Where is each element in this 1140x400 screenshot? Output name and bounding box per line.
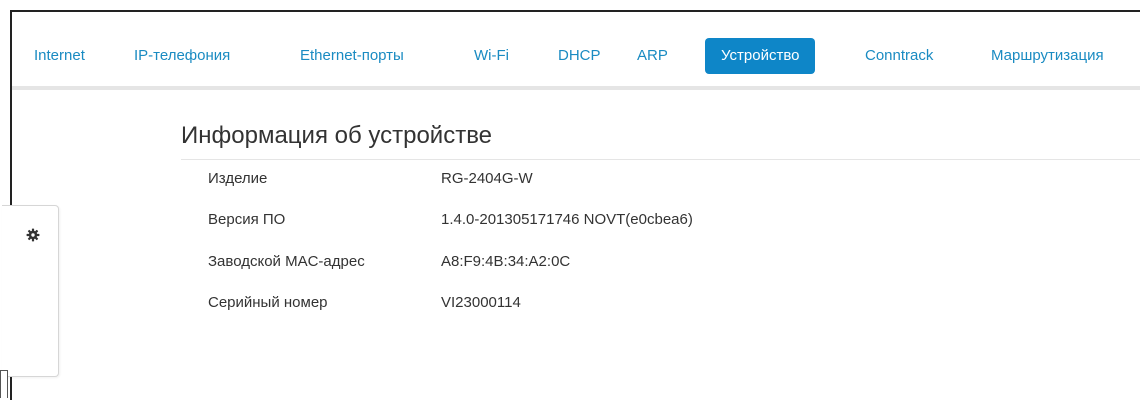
side-settings-panel[interactable]: [2, 205, 59, 377]
tab-wifi[interactable]: Wi-Fi: [474, 47, 509, 65]
info-value: A8:F9:4B:34:A2:0C: [441, 253, 571, 270]
device-info-title: Информация об устройстве: [181, 122, 493, 149]
tab-arp[interactable]: ARP: [637, 47, 668, 65]
nav-divider: [12, 86, 1140, 90]
tab-ethernet-ports[interactable]: Ethernet-порты: [300, 47, 404, 65]
title-divider: [181, 159, 1140, 160]
tab-device[interactable]: Устройство: [705, 38, 816, 74]
gear-icon[interactable]: [26, 228, 40, 242]
info-label: Изделие: [208, 170, 268, 187]
tab-ip-telephony[interactable]: IP-телефония: [134, 47, 230, 65]
tab-conntrack[interactable]: Conntrack: [865, 47, 933, 65]
tab-dhcp[interactable]: DHCP: [558, 47, 601, 65]
info-value: RG-2404G-W: [441, 170, 533, 187]
info-label: Версия ПО: [208, 211, 286, 228]
corner-element: [0, 370, 8, 398]
tab-routing[interactable]: Маршрутизация: [991, 47, 1104, 65]
tab-internet[interactable]: Internet: [34, 47, 85, 65]
info-label: Заводской MAC-адрес: [208, 253, 365, 270]
top-navigation: Internet IP-телефония Ethernet-порты Wi-…: [12, 12, 1140, 86]
info-value: VI23000114: [441, 294, 521, 311]
info-label: Серийный номер: [208, 294, 328, 311]
info-value: 1.4.0-201305171746 NOVT(e0cbea6): [441, 211, 693, 228]
